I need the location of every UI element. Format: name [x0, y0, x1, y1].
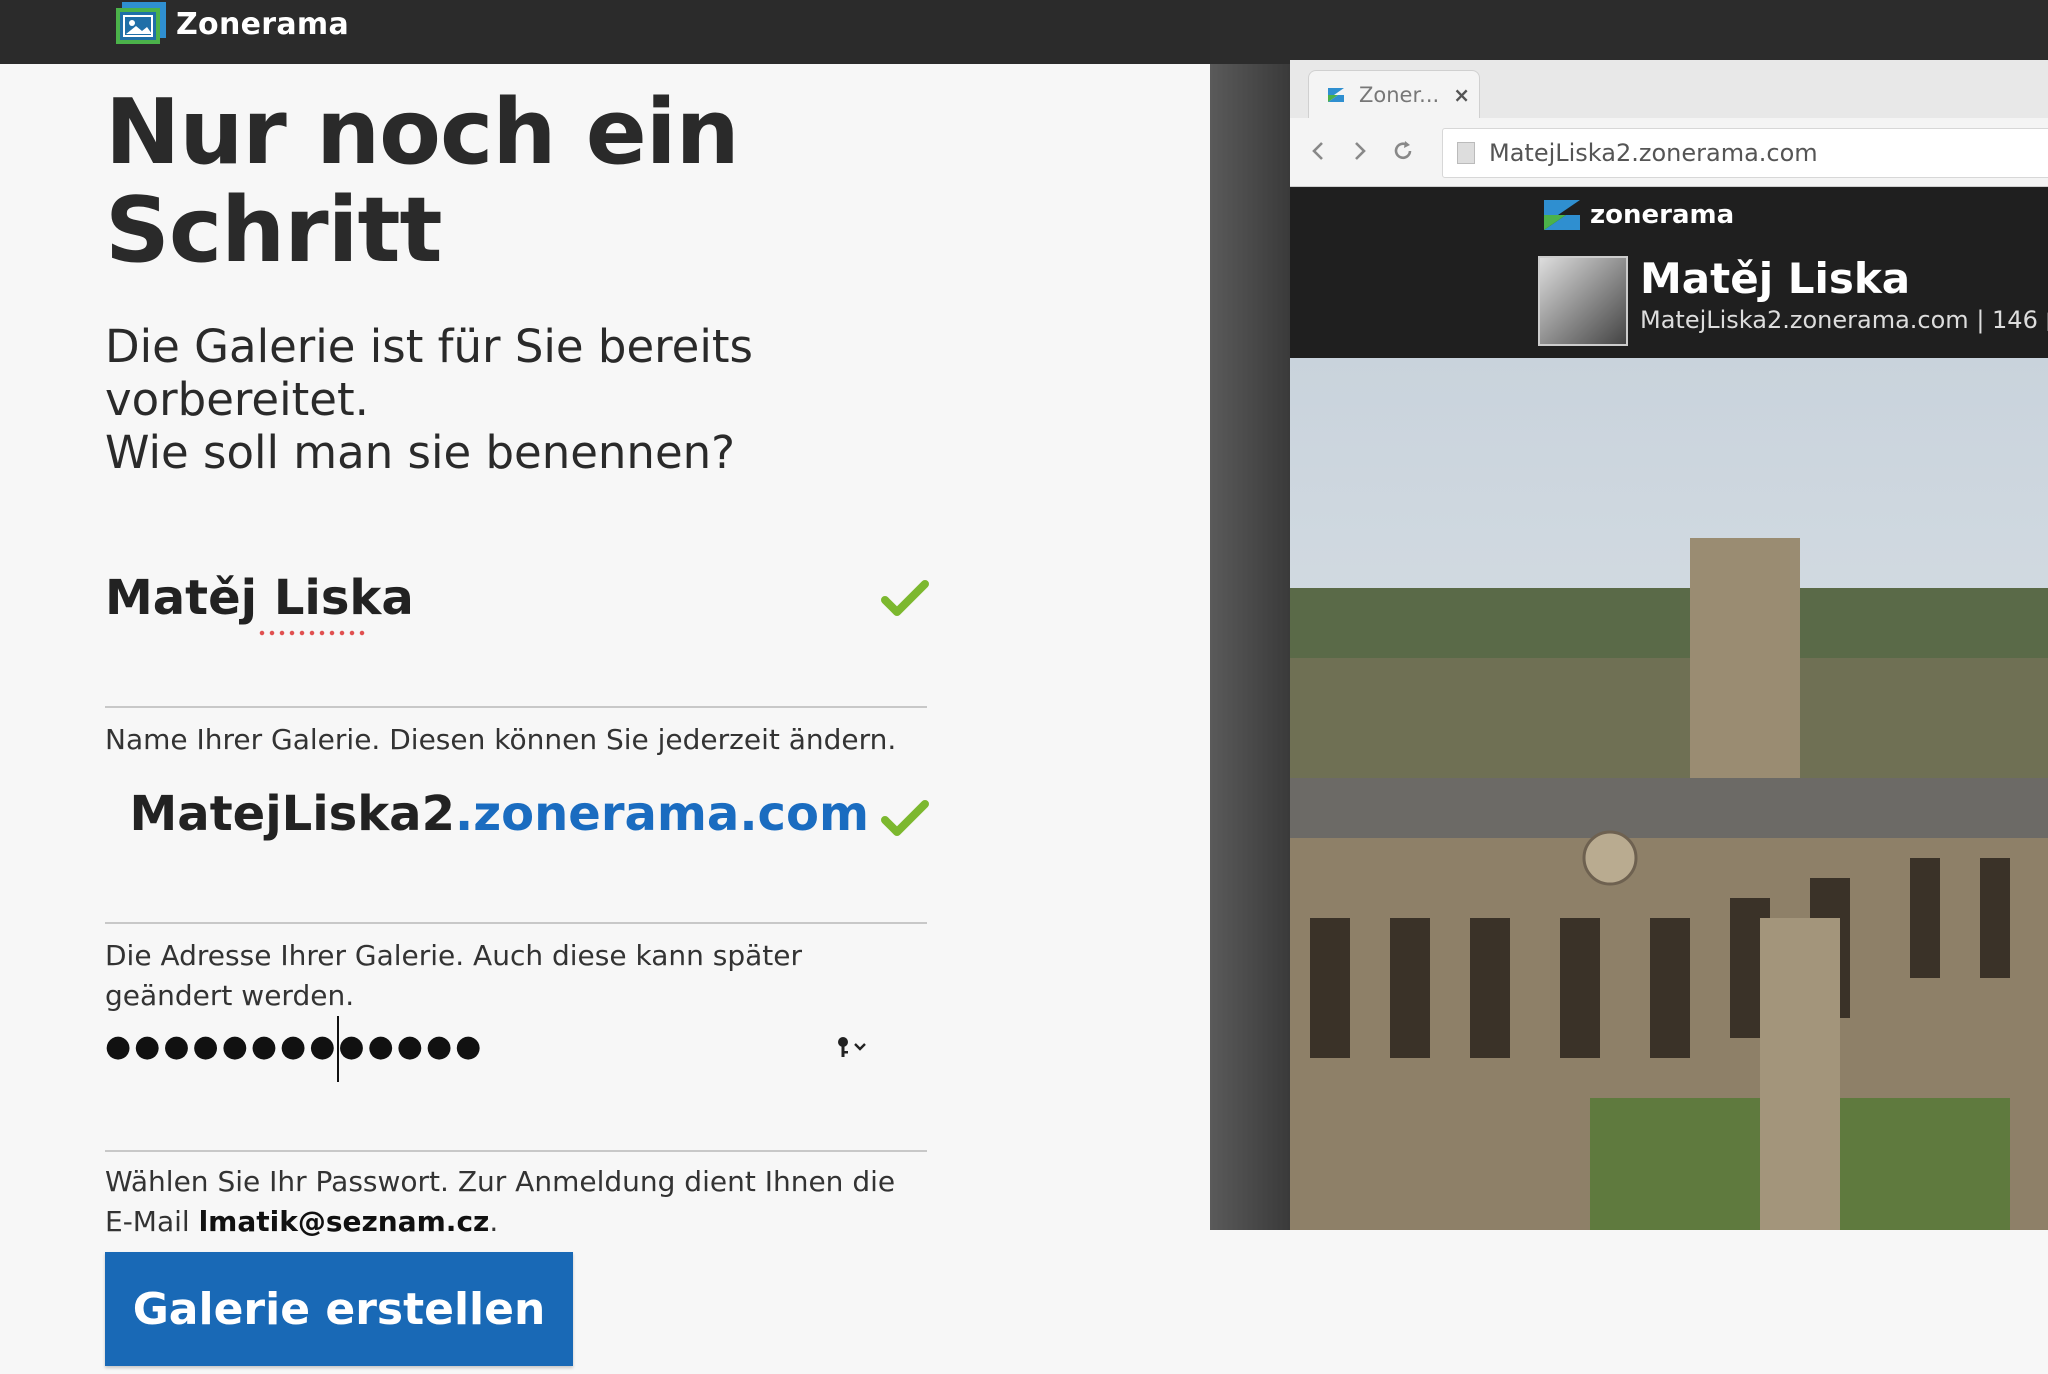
- text-cursor: [337, 1016, 339, 1082]
- password-input[interactable]: ●●●●●●●●●●●●●: [105, 1022, 484, 1072]
- browser-tabstrip: Zoner... ×: [1290, 60, 2048, 119]
- page-icon: [1457, 142, 1475, 164]
- create-gallery-button[interactable]: Galerie erstellen: [105, 1252, 573, 1366]
- tab-title: Zoner...: [1359, 83, 1440, 107]
- gallery-cover-photo: [1290, 358, 2048, 1230]
- password-help-end: .: [489, 1205, 499, 1238]
- password-help: Wählen Sie Ihr Passwort. Zur Anmeldung d…: [105, 1162, 915, 1242]
- gallery-name-field: Matěj Liska Name Ihrer Galerie. Diesen k…: [105, 570, 929, 760]
- preview-gallery-name: Matěj Liska: [1640, 254, 1911, 303]
- close-icon: ×: [1453, 83, 1470, 107]
- address-url: MatejLiska2.zonerama.com: [1489, 139, 1818, 167]
- subtitle-line: vorbereitet.: [105, 373, 369, 426]
- gallery-name-input[interactable]: Matěj Liska: [105, 570, 414, 626]
- browser-toolbar: MatejLiska2.zonerama.com: [1290, 118, 2048, 187]
- address-subdomain: MatejLiska2: [129, 786, 455, 842]
- field-underline: [105, 1150, 927, 1152]
- browser-tab: Zoner... ×: [1308, 70, 1480, 119]
- gallery-address-field: MatejLiska2.zonerama.com Die Adresse Ihr…: [105, 786, 929, 1012]
- site-logo: zonerama: [1542, 198, 1734, 232]
- zonerama-favicon-icon: [1328, 88, 1344, 102]
- account-email: lmatik@seznam.cz: [198, 1205, 490, 1238]
- address-bar: MatejLiska2.zonerama.com: [1442, 128, 2048, 178]
- back-icon: [1312, 142, 1323, 160]
- page-title: Nur noch ein Schritt: [105, 80, 740, 283]
- preview-gallery-url: MatejLiska2.zonerama.com | 146: [1640, 306, 2038, 334]
- site-brand: zonerama: [1590, 200, 1735, 230]
- subtitle-line: Die Galerie ist für Sie bereits: [105, 320, 753, 373]
- gallery-preview: Zoner... × MatejLiska2.zonerama.com zone…: [1290, 60, 2048, 1230]
- gallery-address-help: Die Adresse Ihrer Galerie. Auch diese ka…: [105, 939, 802, 1012]
- zonerama-logo-icon: [112, 0, 170, 48]
- password-field: ●●●●●●●●●●●●● Wählen Sie Ihr Passwort. Z…: [105, 1016, 927, 1242]
- forward-icon: [1355, 142, 1366, 160]
- check-icon: [881, 580, 929, 616]
- brand-name: Zonerama: [176, 6, 350, 42]
- field-underline: [105, 922, 927, 924]
- key-icon[interactable]: [835, 1034, 869, 1060]
- avatar: [1538, 256, 1628, 346]
- field-underline: [105, 706, 927, 708]
- gallery-header: zonerama Matěj Liska MatejLiska2.zoneram…: [1290, 188, 2048, 358]
- check-icon: [881, 800, 929, 836]
- preview-gallery-sub: MatejLiska2.zonerama.com | 146 ■: [1640, 306, 2048, 334]
- page-subtitle: Die Galerie ist für Sie bereits vorberei…: [105, 320, 905, 479]
- gallery-address-input[interactable]: MatejLiska2.zonerama.com: [130, 786, 869, 842]
- reload-icon: [1394, 141, 1412, 160]
- subtitle-line: Wie soll man sie benennen?: [105, 426, 736, 479]
- zonerama-logo-icon: [1544, 200, 1580, 230]
- address-domain: .zonerama.com: [454, 786, 869, 842]
- spellcheck-underline: [257, 630, 367, 636]
- preview-frame-edge: [1210, 64, 1290, 1230]
- gallery-name-help: Name Ihrer Galerie. Diesen können Sie je…: [105, 723, 897, 756]
- brand[interactable]: Zonerama: [112, 0, 349, 48]
